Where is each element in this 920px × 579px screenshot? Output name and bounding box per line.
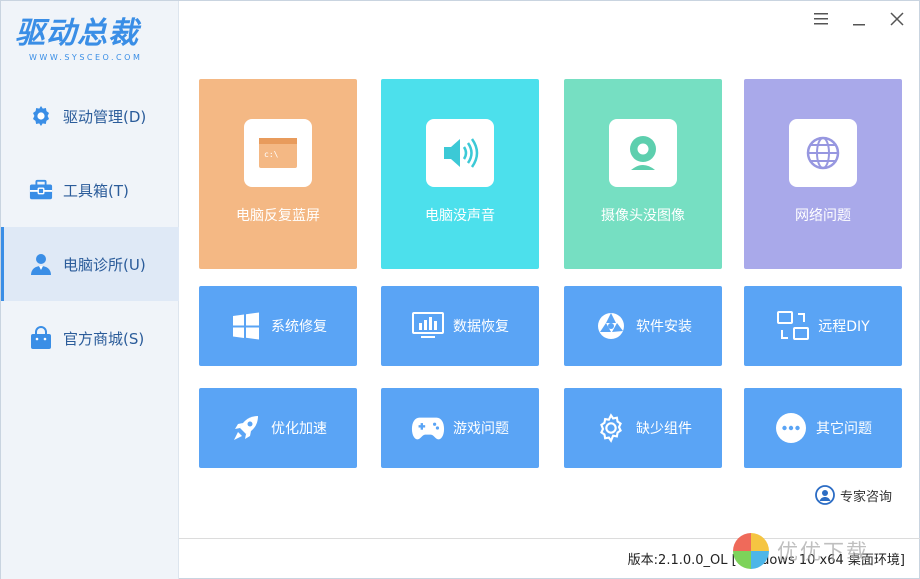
tile-software-install[interactable]: 软件安装 [564, 286, 722, 366]
logo-title: 驱动总裁 [15, 16, 139, 51]
expert-consult-label: 专家咨询 [840, 489, 893, 505]
app-window: 驱动总裁 WWW.SYSCEO.COM 驱动管理(D) 工具箱(T) 电脑诊所(… [0, 0, 920, 579]
toolbox-icon [29, 178, 53, 202]
tile-label: 网络问题 [795, 208, 851, 224]
speaker-icon [426, 119, 494, 187]
logo-subtitle: WWW.SYSCEO.COM [29, 53, 143, 62]
monitor-chart-icon [411, 309, 445, 343]
tile-no-sound[interactable]: 电脑没声音 [381, 79, 539, 269]
sidebar-item-official-store[interactable]: 官方商城(S) [1, 301, 179, 375]
tile-label: 电脑反复蓝屏 [236, 208, 320, 224]
tile-label: 摄像头没图像 [601, 208, 685, 224]
tile-label: 软件安装 [636, 319, 692, 335]
tile-data-recovery[interactable]: 数据恢复 [381, 286, 539, 366]
tile-remote-diy[interactable]: 远程DIY [744, 286, 902, 366]
tile-label: 优化加速 [271, 421, 327, 437]
globe-icon [789, 119, 857, 187]
tile-label: 电脑没声音 [425, 208, 495, 224]
aperture-icon [594, 309, 628, 343]
tile-label: 系统修复 [271, 319, 327, 335]
sidebar-item-pc-clinic[interactable]: 电脑诊所(U) [1, 227, 179, 301]
svg-text:c:\: c:\ [264, 150, 279, 159]
sidebar-item-label: 电脑诊所(U) [63, 255, 146, 274]
tile-optimize-speed[interactable]: 优化加速 [199, 388, 357, 468]
app-logo: 驱动总裁 WWW.SYSCEO.COM [15, 17, 165, 73]
tile-label: 缺少组件 [636, 421, 692, 437]
console-window-icon: c:\ [244, 119, 312, 187]
watermark-badge: 优优下载 [731, 521, 920, 579]
tile-missing-components[interactable]: 缺少组件 [564, 388, 722, 468]
tile-webcam-no-image[interactable]: 摄像头没图像 [564, 79, 722, 269]
sidebar: 驱动总裁 WWW.SYSCEO.COM 驱动管理(D) 工具箱(T) 电脑诊所(… [1, 1, 179, 579]
tile-other-issues[interactable]: 其它问题 [744, 388, 902, 468]
doctor-icon [29, 252, 53, 276]
gear-icon [29, 104, 53, 128]
tile-label: 远程DIY [818, 319, 870, 335]
tile-network-issue[interactable]: 网络问题 [744, 79, 902, 269]
tile-blue-screen[interactable]: c:\ 电脑反复蓝屏 [199, 79, 357, 269]
windows-icon [229, 309, 263, 343]
tile-label: 数据恢复 [453, 319, 509, 335]
webcam-icon [609, 119, 677, 187]
tile-system-repair[interactable]: 系统修复 [199, 286, 357, 366]
sidebar-item-label: 驱动管理(D) [63, 107, 147, 126]
watermark-logo-icon [733, 532, 769, 569]
main-panel: c:\ 电脑反复蓝屏 电脑没声音 摄像头没图像 网络问题 系统修复 数据恢复 软… [179, 1, 920, 579]
sidebar-nav: 驱动管理(D) 工具箱(T) 电脑诊所(U) 官方商城(S) [1, 79, 179, 375]
sidebar-item-driver-management[interactable]: 驱动管理(D) [1, 79, 179, 153]
watermark-text: 优优下载 [777, 539, 869, 564]
remote-screens-icon [776, 309, 810, 343]
shopping-bag-icon [29, 326, 53, 350]
sidebar-item-label: 工具箱(T) [63, 181, 129, 200]
sidebar-item-toolbox[interactable]: 工具箱(T) [1, 153, 179, 227]
tile-game-issue[interactable]: 游戏问题 [381, 388, 539, 468]
user-circle-icon [815, 485, 835, 505]
rocket-icon [229, 411, 263, 445]
gamepad-icon [411, 411, 445, 445]
cog-icon [594, 411, 628, 445]
tile-label: 其它问题 [816, 421, 872, 437]
more-dots-icon [774, 411, 808, 445]
tile-label: 游戏问题 [453, 421, 509, 437]
sidebar-item-label: 官方商城(S) [63, 329, 145, 348]
expert-consult-link[interactable]: 专家咨询 [815, 485, 892, 505]
